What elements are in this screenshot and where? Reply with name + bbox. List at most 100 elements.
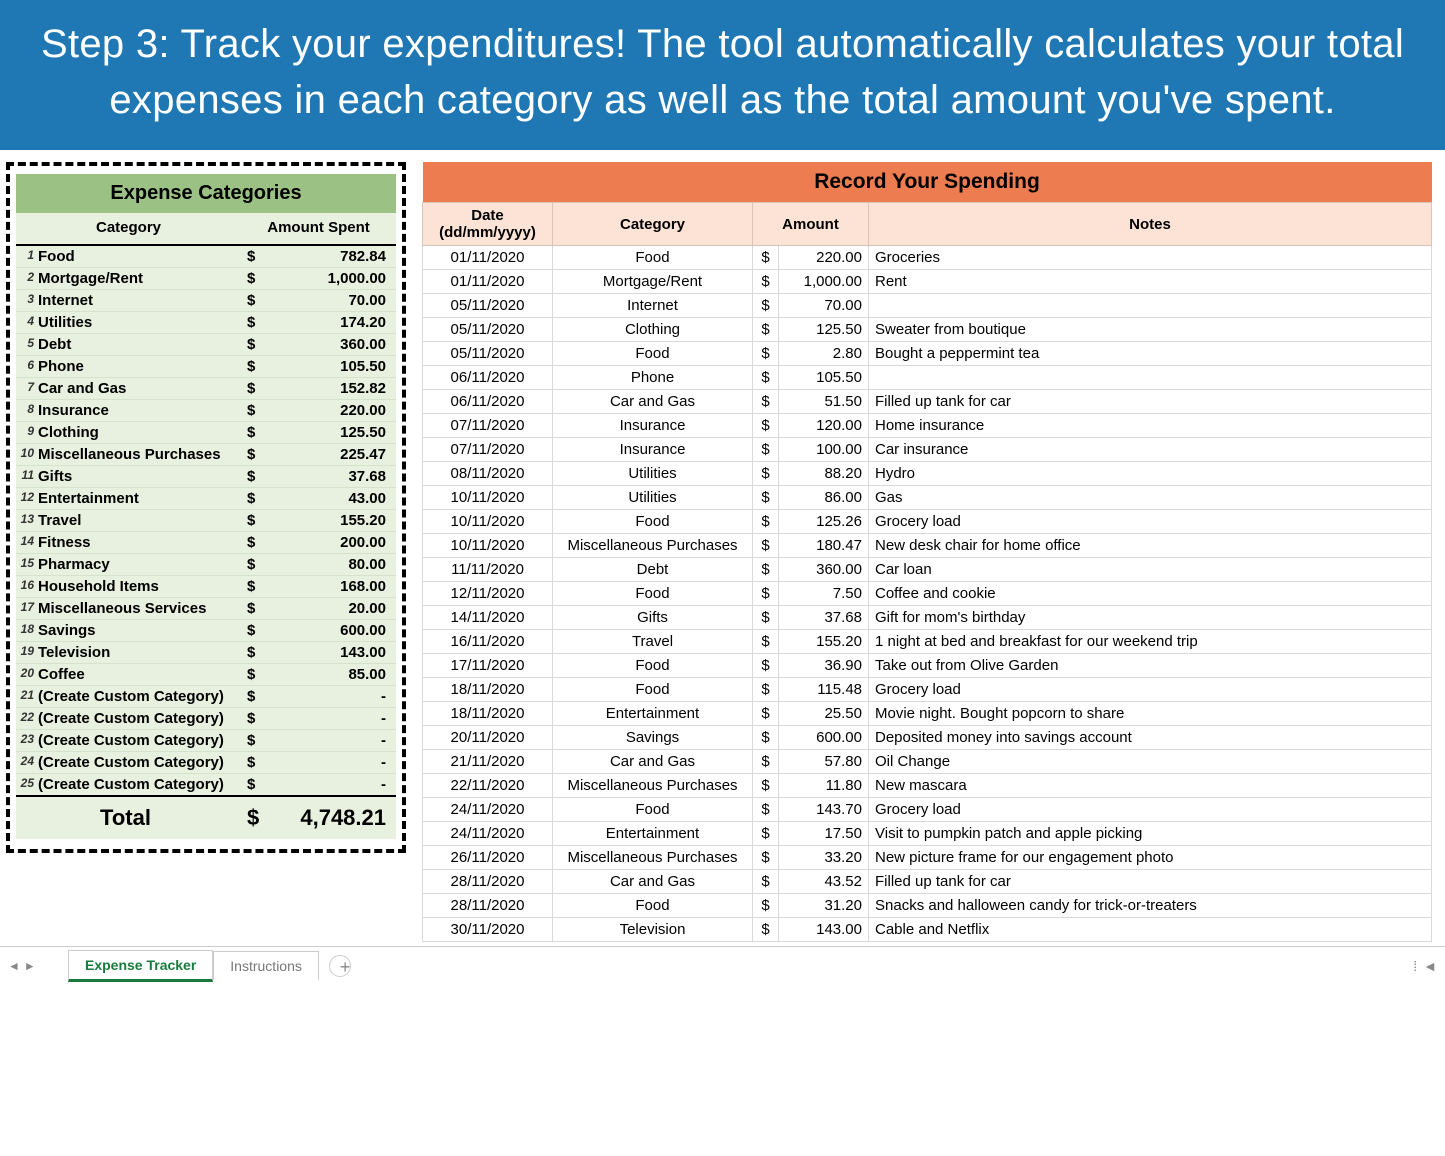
spending-row[interactable]: 10/11/2020Utilities$86.00Gas: [423, 486, 1432, 510]
nav-next-icon[interactable]: ►: [24, 959, 36, 973]
category-row[interactable]: 18Savings$600.00: [16, 620, 396, 642]
spending-row[interactable]: 11/11/2020Debt$360.00Car loan: [423, 558, 1432, 582]
category-row[interactable]: 19Television$143.00: [16, 642, 396, 664]
currency-symbol: $: [241, 378, 271, 400]
spending-row[interactable]: 05/11/2020Internet$70.00: [423, 294, 1432, 318]
spending-row[interactable]: 17/11/2020Food$36.90Take out from Olive …: [423, 654, 1432, 678]
spending-row[interactable]: 21/11/2020Car and Gas$57.80Oil Change: [423, 750, 1432, 774]
category-name: Internet: [38, 292, 93, 309]
sheet-tab-instructions[interactable]: Instructions: [213, 951, 319, 980]
category-amount: -: [271, 752, 396, 774]
spending-row[interactable]: 01/11/2020Food$220.00Groceries: [423, 246, 1432, 270]
spending-row[interactable]: 05/11/2020Clothing$125.50Sweater from bo…: [423, 318, 1432, 342]
category-name: Utilities: [38, 314, 92, 331]
spending-row[interactable]: 01/11/2020Mortgage/Rent$1,000.00Rent: [423, 270, 1432, 294]
row-number: 12: [14, 490, 34, 504]
category-row[interactable]: 21(Create Custom Category)$-: [16, 686, 396, 708]
currency-symbol: $: [241, 444, 271, 466]
currency-symbol: $: [753, 870, 779, 894]
currency-symbol: $: [753, 414, 779, 438]
category-amount: 174.20: [271, 312, 396, 334]
spending-row[interactable]: 14/11/2020Gifts$37.68Gift for mom's birt…: [423, 606, 1432, 630]
spending-row[interactable]: 18/11/2020Food$115.48Grocery load: [423, 678, 1432, 702]
category-row[interactable]: 9Clothing$125.50: [16, 422, 396, 444]
category-amount: 70.00: [271, 290, 396, 312]
row-number: 5: [14, 336, 34, 350]
category-row[interactable]: 3Internet$70.00: [16, 290, 396, 312]
category-row[interactable]: 7Car and Gas$152.82: [16, 378, 396, 400]
spending-amount: 37.68: [779, 606, 869, 630]
category-amount: -: [271, 708, 396, 730]
category-row[interactable]: 12Entertainment$43.00: [16, 488, 396, 510]
spending-notes: New mascara: [869, 774, 1432, 798]
row-number: 11: [14, 468, 34, 482]
spending-category: Insurance: [553, 414, 753, 438]
category-row[interactable]: 22(Create Custom Category)$-: [16, 708, 396, 730]
category-name: Gifts: [38, 468, 72, 485]
spending-category: Savings: [553, 726, 753, 750]
currency-symbol: $: [241, 532, 271, 554]
tab-scroll-left-icon[interactable]: ◄: [1423, 958, 1437, 974]
spending-row[interactable]: 18/11/2020Entertainment$25.50Movie night…: [423, 702, 1432, 726]
spending-row[interactable]: 07/11/2020Insurance$120.00Home insurance: [423, 414, 1432, 438]
spending-row[interactable]: 05/11/2020Food$2.80Bought a peppermint t…: [423, 342, 1432, 366]
category-name: Insurance: [38, 402, 109, 419]
spending-row[interactable]: 06/11/2020Phone$105.50: [423, 366, 1432, 390]
category-row[interactable]: 1Food$782.84: [16, 245, 396, 268]
category-row[interactable]: 15Pharmacy$80.00: [16, 554, 396, 576]
spending-notes: Filled up tank for car: [869, 870, 1432, 894]
category-row[interactable]: 13Travel$155.20: [16, 510, 396, 532]
currency-symbol: $: [241, 554, 271, 576]
spending-category: Food: [553, 678, 753, 702]
category-row[interactable]: 23(Create Custom Category)$-: [16, 730, 396, 752]
nav-prev-icon[interactable]: ◄: [8, 959, 20, 973]
row-number: 23: [14, 732, 34, 746]
category-row[interactable]: 25(Create Custom Category)$-: [16, 774, 396, 797]
category-row[interactable]: 11Gifts$37.68: [16, 466, 396, 488]
spending-row[interactable]: 24/11/2020Entertainment$17.50Visit to pu…: [423, 822, 1432, 846]
spending-row[interactable]: 10/11/2020Food$125.26Grocery load: [423, 510, 1432, 534]
category-row[interactable]: 10Miscellaneous Purchases$225.47: [16, 444, 396, 466]
spending-amount: 33.20: [779, 846, 869, 870]
add-sheet-button[interactable]: +: [329, 955, 351, 977]
category-name: Mortgage/Rent: [38, 270, 143, 287]
spending-row[interactable]: 08/11/2020Utilities$88.20Hydro: [423, 462, 1432, 486]
spending-amount: 600.00: [779, 726, 869, 750]
category-row[interactable]: 5Debt$360.00: [16, 334, 396, 356]
spending-row[interactable]: 30/11/2020Television$143.00Cable and Net…: [423, 918, 1432, 942]
category-row[interactable]: 2Mortgage/Rent$1,000.00: [16, 268, 396, 290]
spending-row[interactable]: 22/11/2020Miscellaneous Purchases$11.80N…: [423, 774, 1432, 798]
spending-row[interactable]: 28/11/2020Car and Gas$43.52Filled up tan…: [423, 870, 1432, 894]
tab-nav-arrows[interactable]: ◄ ►: [8, 959, 68, 973]
category-row[interactable]: 6Phone$105.50: [16, 356, 396, 378]
spending-row[interactable]: 16/11/2020Travel$155.201 night at bed an…: [423, 630, 1432, 654]
spending-row[interactable]: 07/11/2020Insurance$100.00Car insurance: [423, 438, 1432, 462]
category-row[interactable]: 24(Create Custom Category)$-: [16, 752, 396, 774]
currency-symbol: $: [241, 752, 271, 774]
category-row[interactable]: 14Fitness$200.00: [16, 532, 396, 554]
spending-category: Entertainment: [553, 702, 753, 726]
category-row[interactable]: 16Household Items$168.00: [16, 576, 396, 598]
spending-date: 18/11/2020: [423, 678, 553, 702]
spending-row[interactable]: 28/11/2020Food$31.20Snacks and halloween…: [423, 894, 1432, 918]
category-amount: 80.00: [271, 554, 396, 576]
category-row[interactable]: 20Coffee$85.00: [16, 664, 396, 686]
spending-row[interactable]: 06/11/2020Car and Gas$51.50Filled up tan…: [423, 390, 1432, 414]
category-row[interactable]: 17Miscellaneous Services$20.00: [16, 598, 396, 620]
category-row[interactable]: 4Utilities$174.20: [16, 312, 396, 334]
spending-row[interactable]: 24/11/2020Food$143.70Grocery load: [423, 798, 1432, 822]
spending-notes: Groceries: [869, 246, 1432, 270]
spending-row[interactable]: 26/11/2020Miscellaneous Purchases$33.20N…: [423, 846, 1432, 870]
spending-row[interactable]: 10/11/2020Miscellaneous Purchases$180.47…: [423, 534, 1432, 558]
row-number: 6: [14, 358, 34, 372]
sheet-tab-expense-tracker[interactable]: Expense Tracker: [68, 950, 213, 982]
spending-amount: 360.00: [779, 558, 869, 582]
currency-symbol: $: [241, 422, 271, 444]
spending-amount: 51.50: [779, 390, 869, 414]
spending-row[interactable]: 20/11/2020Savings$600.00Deposited money …: [423, 726, 1432, 750]
category-name: Miscellaneous Services: [38, 600, 206, 617]
currency-symbol: $: [241, 356, 271, 378]
category-row[interactable]: 8Insurance$220.00: [16, 400, 396, 422]
category-amount: 155.20: [271, 510, 396, 532]
spending-row[interactable]: 12/11/2020Food$7.50Coffee and cookie: [423, 582, 1432, 606]
